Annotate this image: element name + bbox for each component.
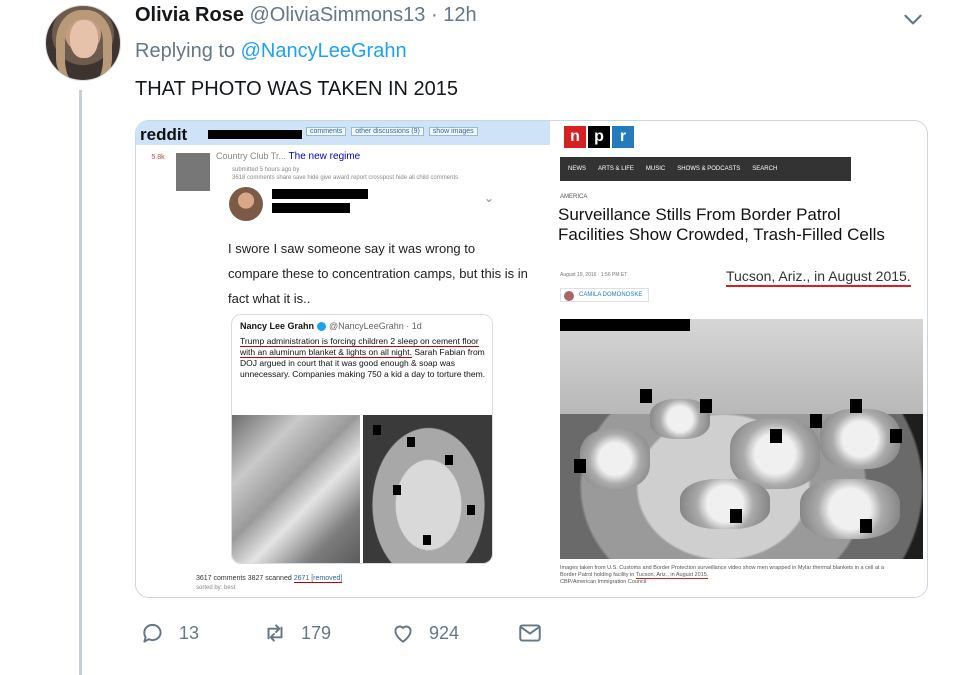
replying-to: Replying to @NancyLeeGrahn: [135, 40, 407, 63]
envelope-icon: [519, 624, 541, 642]
reddit-comment-stats: 3617 comments 3827 scanned 2671 [removed…: [196, 575, 343, 583]
reddit-screenshot: reddit comments other discussions (9) sh…: [136, 121, 550, 597]
embedded-tweet-header: Nancy Lee Grahn @NancyLeeGrahn · 1d: [240, 321, 422, 332]
separator: ·: [430, 4, 438, 26]
reply-count: 13: [179, 622, 200, 643]
npr-logo-r: r: [612, 126, 634, 148]
caption-credit: CBP/American Immigration Council: [560, 579, 647, 585]
reddit-tabs: comments other discussions (9) show imag…: [306, 127, 481, 136]
face-redaction: [890, 429, 902, 443]
tweet-media[interactable]: reddit comments other discussions (9) sh…: [135, 120, 928, 598]
timestamp-redaction: [560, 319, 690, 331]
face-redaction: [467, 505, 475, 515]
npr-nav-search: SEARCH: [752, 166, 778, 172]
reddit-tab-comments: comments: [306, 127, 347, 136]
redaction-bar: [272, 203, 350, 213]
reddit-post-title: Country Club Tr... The new regime: [216, 151, 360, 162]
npr-nav-news: NEWS: [568, 166, 586, 172]
like-action[interactable]: 924: [390, 620, 459, 646]
foil-blanket: [800, 479, 900, 539]
reddit-removed-count: 2671 [removed]: [293, 575, 343, 583]
foil-blanket: [580, 429, 650, 489]
caption-text: Images taken from U.S. Customs and Borde…: [560, 565, 885, 578]
reddit-sorted-by: sorted by: best: [196, 585, 236, 591]
npr-nav-bar: NEWS ARTS & LIFE MUSIC SHOWS & PODCASTS …: [560, 157, 851, 181]
foil-blanket-photo: [232, 415, 360, 563]
reddit-stats-text: 3617 comments 3827 scanned: [196, 575, 292, 582]
chevron-down-icon: ⌄: [484, 191, 495, 205]
redaction-bar: [208, 130, 302, 139]
embedded-author-name: Nancy Lee Grahn: [240, 321, 315, 331]
tweet-header: Olivia Rose @OliviaSimmons13 · 12h: [135, 4, 477, 27]
reply-icon: [143, 623, 162, 643]
heart-icon: [394, 625, 412, 643]
face-redaction: [423, 535, 431, 545]
author-handle[interactable]: @OliviaSimmons13: [250, 4, 426, 26]
face-redaction: [810, 414, 822, 428]
face-redaction: [373, 425, 381, 435]
reddit-user-avatar: [229, 187, 263, 221]
foil-blanket: [680, 479, 770, 529]
reddit-post-submitted: submitted 5 hours ago by: [232, 167, 300, 173]
face-redaction: [730, 509, 742, 523]
npr-nav-shows: SHOWS & PODCASTS: [677, 166, 741, 172]
reddit-post-meta: submitted 5 hours ago by 3618 comments s…: [232, 166, 458, 182]
reddit-tab-other: other discussions (9): [351, 127, 424, 136]
cell-wall: [560, 319, 923, 414]
redaction-bar: [272, 189, 368, 199]
foil-blanket: [820, 409, 900, 469]
npr-location-highlight: Tucson, Ariz., in August 2015.: [726, 268, 911, 287]
reddit-post-prefix: Country Club Tr...: [216, 151, 287, 161]
face-redaction: [860, 519, 872, 533]
reddit-tab-images: show images: [428, 127, 478, 136]
embedded-tweet-text: Trump administration is forcing children…: [240, 336, 488, 380]
npr-date: August 19, 2016 · 1:56 PM ET: [560, 272, 628, 278]
replying-to-handle[interactable]: @NancyLeeGrahn: [241, 40, 407, 62]
npr-nav-music: MUSIC: [645, 166, 666, 172]
author-avatar[interactable]: [45, 5, 121, 81]
npr-author: CAMILA DOMONOSKE: [560, 288, 650, 302]
npr-logo: n p r: [564, 126, 634, 148]
face-redaction: [393, 485, 401, 495]
replying-prefix: Replying to: [135, 40, 236, 62]
verified-icon: [317, 322, 327, 332]
retweet-icon: [267, 624, 283, 642]
reddit-quote-text: I swore I saw someone say it was wrong t…: [228, 241, 528, 306]
face-redaction: [640, 389, 652, 403]
like-count: 924: [429, 622, 460, 643]
reply-action[interactable]: 13: [140, 620, 199, 646]
npr-category: AMERICA: [560, 194, 588, 200]
face-redaction: [850, 399, 862, 413]
surveillance-photo: [560, 319, 923, 559]
detention-cell-photo: [363, 415, 492, 563]
npr-nav-arts: ARTS & LIFE: [598, 166, 634, 172]
retweet-count: 179: [301, 622, 332, 643]
direct-message-action[interactable]: [517, 620, 543, 646]
face-redaction: [445, 455, 453, 465]
face-redaction: [574, 459, 586, 473]
npr-photo-caption: Images taken from U.S. Customs and Borde…: [560, 565, 900, 586]
npr-headline: Surveillance Stills From Border Patrol F…: [558, 205, 885, 244]
caption-highlight: Tucson, Ariz., in August 2015.: [635, 572, 709, 579]
reddit-post-title-text: The new regime: [288, 151, 361, 162]
face-redaction: [700, 399, 712, 413]
reddit-logo: reddit: [140, 125, 188, 144]
reddit-thumbnail: [176, 153, 210, 191]
avatar-face: [70, 20, 98, 58]
reddit-post-links: 3618 comments share save hide give award…: [232, 175, 459, 181]
retweet-action[interactable]: 179: [262, 620, 331, 646]
tweet-text: THAT PHOTO WAS TAKEN IN 2015: [135, 78, 459, 100]
embedded-tweet-card: Nancy Lee Grahn @NancyLeeGrahn · 1d Trump…: [231, 314, 493, 564]
face-redaction: [407, 437, 415, 447]
author-name[interactable]: Olivia Rose: [135, 4, 244, 26]
reddit-vote-count: 5.8k: [151, 154, 165, 161]
embedded-author-handle: @NancyLeeGrahn · 1d: [329, 321, 422, 331]
npr-logo-p: p: [588, 126, 610, 148]
tweet-time[interactable]: 12h: [443, 4, 476, 26]
npr-screenshot: n p r NEWS ARTS & LIFE MUSIC SHOWS & POD…: [550, 121, 927, 597]
npr-logo-n: n: [564, 126, 586, 148]
thread-line: [79, 90, 82, 675]
face-redaction: [770, 429, 782, 443]
chevron-down-icon[interactable]: [900, 6, 926, 32]
